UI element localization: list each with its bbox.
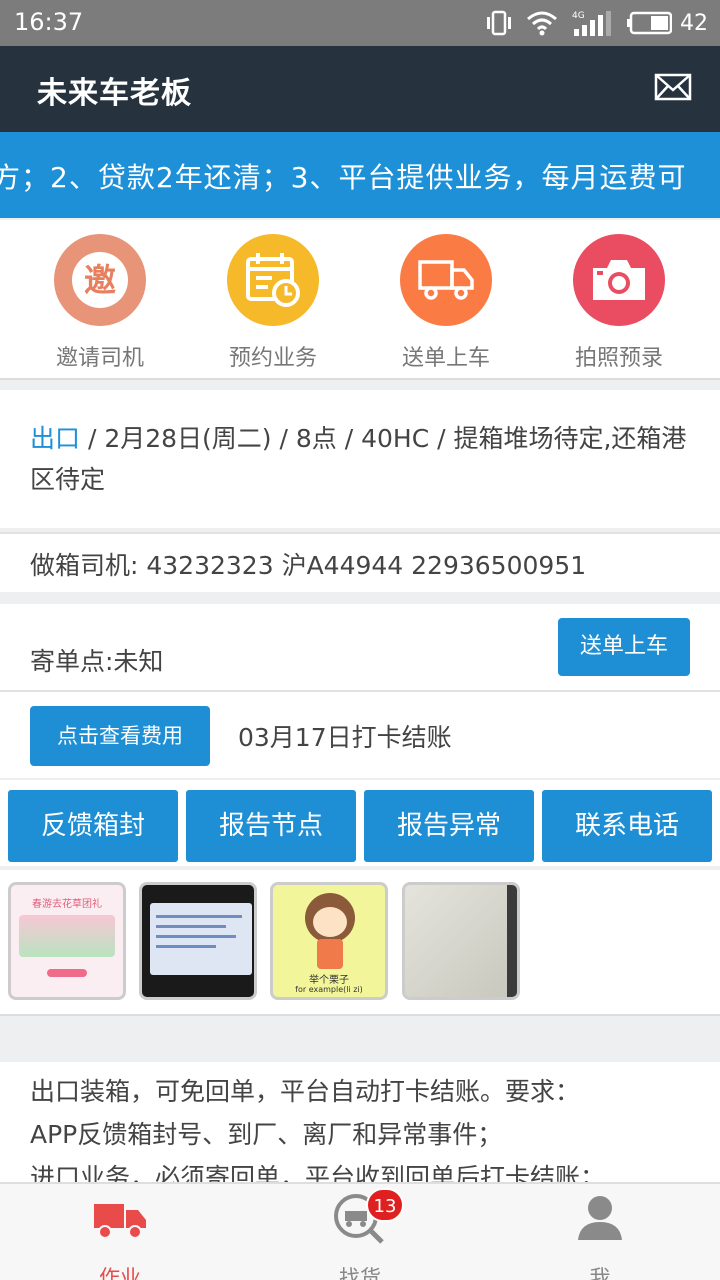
signal-4g-icon: 4G: [572, 11, 611, 36]
tab-find-cargo[interactable]: 13 找货: [300, 1188, 420, 1280]
camera-icon: [573, 234, 665, 326]
photo-strip: 春游去花草团礼 举个栗子 for example(li zi): [0, 870, 720, 1016]
quick-photo-record[interactable]: 拍照预录: [549, 234, 689, 372]
invite-icon: 邀: [54, 234, 146, 326]
driver-info: 做箱司机: 43232323 沪A44944 22936500951: [0, 532, 720, 592]
status-time: 16:37: [14, 8, 84, 36]
battery-icon: [627, 11, 672, 35]
photo-thumbnail[interactable]: [402, 882, 520, 1000]
notice-line: 进口业务，必须寄回单，平台收到回单后打卡结账；: [30, 1163, 606, 1182]
tab-label: 我: [589, 1266, 611, 1280]
business-notice: 出口装箱，可免回单，平台自动打卡结账。要求： APP反馈箱封号、到厂、离厂和异常…: [0, 1062, 720, 1182]
calendar-icon: [227, 234, 319, 326]
report-exception-button[interactable]: 报告异常: [364, 790, 534, 862]
checkout-date: 03月17日打卡结账: [238, 723, 452, 752]
cargo-search-icon: 13: [332, 1188, 404, 1244]
tab-label: 作业: [99, 1266, 141, 1280]
photo-thumbnail[interactable]: 春游去花草团礼: [8, 882, 126, 1000]
quick-book-business[interactable]: 预约业务: [203, 234, 343, 372]
order-summary: 出口 / 2月28日(周二) / 8点 / 40HC / 提箱堆场待定,还箱港区…: [0, 390, 720, 528]
quick-actions: 邀 邀请司机 预约业务 送单上车 拍照预录: [0, 220, 720, 380]
svg-text:4G: 4G: [572, 11, 585, 21]
truck-icon: [400, 234, 492, 326]
notice-line: APP反馈箱封号、到厂、离厂和异常事件；: [30, 1120, 503, 1149]
photo-thumbnail[interactable]: [139, 882, 257, 1000]
quick-label: 预约业务: [228, 346, 317, 371]
action-buttons: 反馈箱封 报告节点 报告异常 联系电话: [0, 780, 720, 866]
quick-label: 拍照预录: [574, 346, 663, 371]
divider: [0, 690, 720, 692]
order-type[interactable]: 出口: [30, 424, 80, 453]
send-point-label: 寄单点:未知: [30, 647, 164, 676]
quick-invite-driver[interactable]: 邀 邀请司机: [30, 234, 170, 372]
truck-icon: [92, 1192, 148, 1244]
notification-badge: 13: [366, 1188, 404, 1222]
report-node-button[interactable]: 报告节点: [186, 790, 356, 862]
order-details: / 2月28日(周二) / 8点 / 40HC / 提箱堆场待定,还箱港区待定: [30, 424, 687, 494]
app-bar: 未来车老板: [0, 46, 720, 132]
photo-thumbnail[interactable]: 举个栗子 for example(li zi): [270, 882, 388, 1000]
tab-me[interactable]: 我: [540, 1192, 660, 1280]
mail-icon[interactable]: [654, 70, 692, 104]
notice-line: 出口装箱，可免回单，平台自动打卡结账。要求：: [30, 1077, 581, 1106]
vibrate-icon: [487, 10, 511, 36]
user-icon: [572, 1192, 628, 1244]
status-icons: 4G 42: [486, 7, 708, 39]
marquee-text: 方；2、贷款2年还清；3、平台提供业务，每月运费可: [0, 161, 687, 194]
status-bar: 16:37 4G 42: [0, 0, 720, 46]
view-fee-button[interactable]: 点击查看费用: [30, 706, 210, 766]
wifi-icon: [527, 11, 557, 36]
battery-level: 42: [680, 10, 708, 36]
driver-text: 做箱司机: 43232323 沪A44944 22936500951: [30, 551, 587, 580]
announcement-marquee[interactable]: 方；2、贷款2年还清；3、平台提供业务，每月运费可: [0, 132, 720, 218]
quick-label: 送单上车: [401, 346, 490, 371]
quick-send-order[interactable]: 送单上车: [376, 234, 516, 372]
send-order-button[interactable]: 送单上车: [558, 618, 690, 676]
tab-label: 找货: [339, 1266, 381, 1280]
contact-phone-button[interactable]: 联系电话: [542, 790, 712, 862]
app-title: 未来车老板: [37, 76, 192, 111]
quick-label: 邀请司机: [55, 346, 144, 371]
order-actions-card: 寄单点:未知 送单上车 点击查看费用 03月17日打卡结账: [0, 604, 720, 778]
bottom-tab-bar: 作业 13 找货 我: [0, 1182, 720, 1280]
feedback-seal-button[interactable]: 反馈箱封: [8, 790, 178, 862]
tab-work[interactable]: 作业: [60, 1192, 180, 1280]
